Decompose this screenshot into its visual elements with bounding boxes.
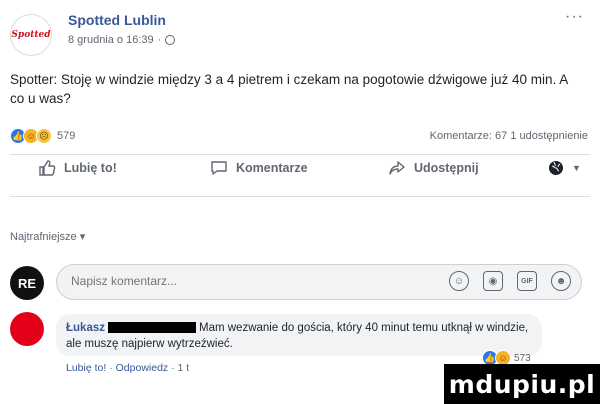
sad-reaction-icon: ☹ bbox=[36, 128, 52, 144]
post-timestamp[interactable]: 8 grudnia o 16:39 bbox=[68, 34, 154, 46]
comment-time[interactable]: 1 t bbox=[178, 362, 190, 374]
comment-actions-separator: · bbox=[171, 362, 175, 374]
comment-reply-link[interactable]: Odpowiedz bbox=[116, 362, 169, 374]
meta-separator: · bbox=[157, 34, 162, 46]
comment-sort-dropdown[interactable]: Najtrafniejsze ▾ bbox=[10, 230, 85, 243]
comment-body: Łukasz Mam wezwanie do gościa, który 40 m… bbox=[66, 320, 536, 352]
comment-like-link[interactable]: Lubię to! bbox=[66, 362, 106, 374]
share-arrow-icon bbox=[389, 161, 405, 175]
divider bbox=[10, 154, 590, 155]
like-thumb-icon bbox=[39, 160, 56, 176]
comment-bubble: Łukasz Mam wezwanie do gościa, który 40 m… bbox=[56, 314, 542, 356]
page-name-link[interactable]: Spotted Lublin bbox=[68, 12, 166, 28]
comment-button[interactable]: Komentarze bbox=[210, 159, 308, 177]
composer-tools: ☺ ◉ GIF ☻ bbox=[449, 271, 571, 291]
comment-bubble-icon bbox=[211, 161, 227, 175]
camera-icon[interactable]: ◉ bbox=[483, 271, 503, 291]
reactions-summary[interactable]: 👍 ☺ ☹ 579 bbox=[10, 128, 75, 144]
more-options-button[interactable]: ··· bbox=[565, 8, 584, 26]
share-button-label: Udostępnij bbox=[414, 161, 479, 175]
chevron-down-icon: ▼ bbox=[572, 163, 581, 173]
globe-icon bbox=[549, 161, 563, 175]
share-button[interactable]: Udostępnij bbox=[388, 159, 479, 177]
comment-input[interactable] bbox=[69, 273, 433, 289]
comment-reaction-count: 573 bbox=[514, 352, 531, 364]
commenter-avatar[interactable] bbox=[10, 312, 44, 346]
sticker-icon[interactable]: ☻ bbox=[551, 271, 571, 291]
post-meta: 8 grudnia o 16:39 · bbox=[68, 34, 176, 46]
like-button[interactable]: Lubię to! bbox=[38, 159, 117, 177]
post-stats[interactable]: Komentarze: 67 1 udostępnienie bbox=[430, 130, 588, 142]
comment-actions: Lubię to! · Odpowiedz · 1 t bbox=[66, 362, 189, 374]
comment-composer[interactable]: ☺ ◉ GIF ☻ bbox=[56, 264, 582, 300]
divider bbox=[10, 196, 590, 197]
watermark: mdupiu.pl bbox=[444, 364, 600, 404]
gif-icon[interactable]: GIF bbox=[517, 271, 537, 291]
like-button-label: Lubię to! bbox=[64, 161, 117, 175]
censor-bar bbox=[108, 322, 196, 334]
globe-icon bbox=[165, 35, 176, 45]
page-avatar[interactable]: Spotted bbox=[10, 14, 52, 56]
post-text: Spotter: Stoję w windzie między 3 a 4 pi… bbox=[10, 72, 568, 106]
current-user-avatar[interactable]: RE bbox=[10, 266, 44, 300]
comment-actions-separator: · bbox=[109, 362, 113, 374]
reactions-count: 579 bbox=[57, 130, 76, 142]
comment-button-label: Komentarze bbox=[236, 161, 308, 175]
audience-selector[interactable]: ▼ bbox=[548, 160, 581, 176]
comment-author-link[interactable]: Łukasz bbox=[66, 322, 105, 334]
emoji-icon[interactable]: ☺ bbox=[449, 271, 469, 291]
